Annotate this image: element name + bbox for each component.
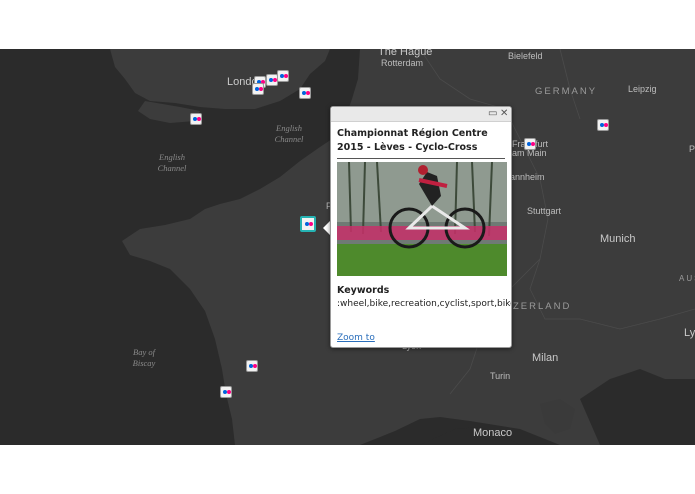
popup-title: Championnat Région Centre 2015 - Lèves -… xyxy=(337,128,488,153)
sea-label-english-channel: English Channel xyxy=(268,123,310,145)
sea-label-english-channel: English Channel xyxy=(150,152,194,174)
keywords-value: :wheel,bike,recreation,cyclist,sport,bik… xyxy=(337,299,511,309)
zoom-to-link[interactable]: Zoom to xyxy=(337,333,375,343)
sea-label-line: English xyxy=(159,152,185,162)
popup-titlebar: ▭ ✕ xyxy=(331,107,511,122)
sea-label-line: Bay of xyxy=(133,347,155,357)
flickr-icon[interactable] xyxy=(246,360,258,372)
place-ly-right: Ly xyxy=(684,327,695,339)
sea-label-line: Channel xyxy=(157,163,187,173)
place-leipzig: Leipzig xyxy=(628,84,657,94)
place-the-hague: The Hague xyxy=(378,49,433,58)
sea-label-line: Biscay xyxy=(132,358,156,368)
place-monaco: Monaco xyxy=(473,427,513,439)
sea-label-bay-of-biscay: Bay of Biscay xyxy=(124,347,164,369)
map-view[interactable]: The Hague Rotterdam Bielefeld London Lei… xyxy=(0,49,695,445)
photo-popup: ▭ ✕ Championnat Région Centre 2015 - Lèv… xyxy=(330,106,512,348)
sea-label-line: English xyxy=(276,123,302,133)
flickr-icon[interactable] xyxy=(277,70,289,82)
place-stuttgart: Stuttgart xyxy=(527,206,562,216)
flickr-icon[interactable] xyxy=(190,113,202,125)
place-rotterdam: Rotterdam xyxy=(381,58,424,68)
flickr-icon[interactable] xyxy=(252,83,264,95)
close-icon[interactable]: ✕ xyxy=(500,108,508,120)
keywords-label: Keywords xyxy=(337,285,390,296)
sea-label-line: Channel xyxy=(274,134,304,144)
maximize-icon[interactable]: ▭ xyxy=(488,108,497,120)
country-aus: AUS xyxy=(679,274,695,283)
selected-flickr-icon[interactable] xyxy=(300,216,316,232)
place-munich: Munich xyxy=(600,233,636,245)
place-mannheim: annheim xyxy=(510,172,545,182)
popup-pointer xyxy=(323,221,330,235)
popup-divider xyxy=(337,158,505,159)
place-bielefeld: Bielefeld xyxy=(508,51,543,61)
place-milan: Milan xyxy=(532,352,559,364)
flickr-icon[interactable] xyxy=(597,119,609,131)
flickr-icon[interactable] xyxy=(524,138,536,150)
country-switzerland: ZERLAND xyxy=(513,301,572,312)
flickr-icon[interactable] xyxy=(220,386,232,398)
place-p-right: P xyxy=(689,144,695,154)
flickr-icon[interactable] xyxy=(299,87,311,99)
cyclist-photo xyxy=(337,162,507,276)
place-turin: Turin xyxy=(490,371,511,381)
popup-photo[interactable] xyxy=(337,162,507,276)
country-germany: GERMANY xyxy=(535,86,598,97)
